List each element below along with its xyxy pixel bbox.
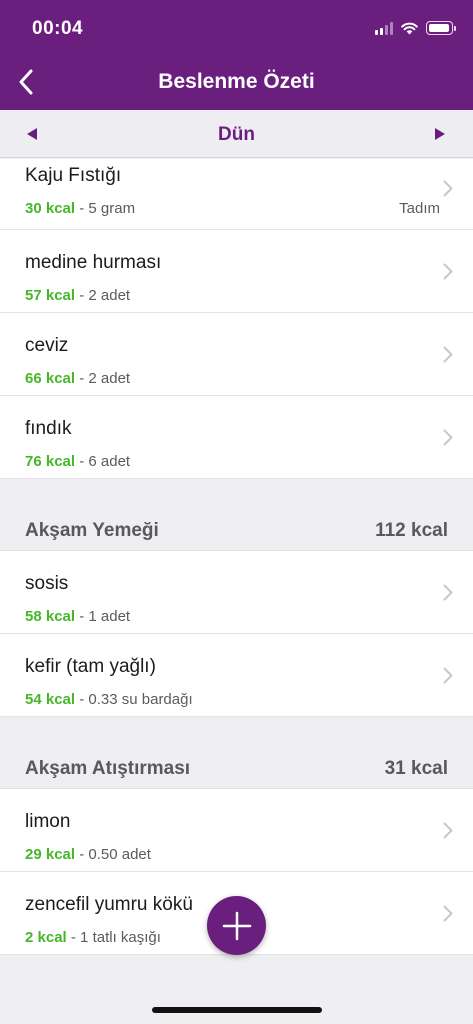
chevron-right-icon xyxy=(443,667,453,684)
section-total: 31 kcal xyxy=(384,758,448,779)
triangle-right-icon xyxy=(434,128,445,140)
section-title: Akşam Yemeği xyxy=(25,520,159,541)
food-item-kaju-fistigi[interactable]: Kaju Fıstığı 30 kcal - 5 gram Tadım xyxy=(0,159,473,230)
food-detail: 66 kcal - 2 adet xyxy=(25,370,130,387)
food-name: medine hurması xyxy=(25,252,162,273)
food-item-medine-hurmasi[interactable]: medine hurması 57 kcal - 2 adet xyxy=(0,230,473,313)
food-detail: 54 kcal - 0.33 su bardağı xyxy=(25,691,193,708)
add-food-button[interactable] xyxy=(207,896,266,955)
date-label: Dün xyxy=(218,124,255,145)
triangle-left-icon xyxy=(26,128,37,140)
food-name: ceviz xyxy=(25,335,69,356)
food-name: sosis xyxy=(25,573,69,594)
food-name: Kaju Fıstığı xyxy=(25,165,122,186)
home-indicator xyxy=(152,1007,322,1013)
previous-day-button[interactable] xyxy=(12,110,52,158)
food-kcal: 76 kcal xyxy=(25,453,76,470)
chevron-right-icon xyxy=(443,822,453,839)
food-item-findik[interactable]: fındık 76 kcal - 6 adet xyxy=(0,396,473,479)
wifi-icon xyxy=(401,22,418,34)
food-amount: - 1 tatlı kaşığı xyxy=(70,929,161,946)
food-item-ceviz[interactable]: ceviz 66 kcal - 2 adet xyxy=(0,313,473,396)
chevron-right-icon xyxy=(443,346,453,363)
food-detail: 2 kcal - 1 tatlı kaşığı xyxy=(25,929,161,946)
signal-icon xyxy=(375,21,393,35)
plus-icon xyxy=(222,911,251,940)
app-screen: 00:04 Beslenme Özeti Dün Kaju Fıstığı 30… xyxy=(0,0,473,1024)
chevron-right-icon xyxy=(443,180,453,197)
food-amount: - 6 adet xyxy=(79,453,131,470)
food-amount: - 1 adet xyxy=(79,608,131,625)
chevron-right-icon xyxy=(443,429,453,446)
meal-list: Kaju Fıstığı 30 kcal - 5 gram Tadım medi… xyxy=(0,159,473,955)
food-kcal: 30 kcal xyxy=(25,200,76,217)
section-total: 112 kcal xyxy=(375,520,448,541)
food-amount: - 2 adet xyxy=(79,287,131,304)
food-amount: - 0.33 su bardağı xyxy=(79,691,193,708)
food-name: fındık xyxy=(25,418,72,439)
food-name: kefir (tam yağlı) xyxy=(25,656,156,677)
food-detail: 57 kcal - 2 adet xyxy=(25,287,130,304)
food-name: limon xyxy=(25,811,71,832)
food-detail: 29 kcal - 0.50 adet xyxy=(25,846,151,863)
date-navigator: Dün xyxy=(0,110,473,158)
status-icons xyxy=(375,20,456,36)
food-name: zencefil yumru kökü xyxy=(25,894,193,915)
food-item-sosis[interactable]: sosis 58 kcal - 1 adet xyxy=(0,551,473,634)
chevron-right-icon xyxy=(443,905,453,922)
food-kcal: 54 kcal xyxy=(25,691,76,708)
food-detail: 58 kcal - 1 adet xyxy=(25,608,130,625)
page-title: Beslenme Özeti xyxy=(158,70,315,93)
food-kcal: 29 kcal xyxy=(25,846,76,863)
section-spacer xyxy=(0,479,473,516)
section-spacer xyxy=(0,717,473,754)
food-amount: - 0.50 adet xyxy=(79,846,151,863)
food-kcal: 58 kcal xyxy=(25,608,76,625)
food-item-limon[interactable]: limon 29 kcal - 0.50 adet xyxy=(0,789,473,872)
section-title: Akşam Atıştırması xyxy=(25,758,191,779)
food-item-kefir[interactable]: kefir (tam yağlı) 54 kcal - 0.33 su bard… xyxy=(0,634,473,717)
section-header-aksam-atistirmasi: Akşam Atıştırması 31 kcal xyxy=(0,754,473,789)
food-kcal: 57 kcal xyxy=(25,287,76,304)
next-day-button[interactable] xyxy=(419,110,459,158)
chevron-right-icon xyxy=(443,584,453,601)
food-kcal: 66 kcal xyxy=(25,370,76,387)
section-header-aksam-yemegi: Akşam Yemeği 112 kcal xyxy=(0,516,473,551)
chevron-right-icon xyxy=(443,263,453,280)
food-amount: - 2 adet xyxy=(79,370,131,387)
top-bar: 00:04 Beslenme Özeti xyxy=(0,0,473,110)
food-kcal: 2 kcal xyxy=(25,929,67,946)
food-detail: 76 kcal - 6 adet xyxy=(25,453,130,470)
food-detail: 30 kcal - 5 gram xyxy=(25,200,135,217)
food-tag: Tadım xyxy=(399,200,440,217)
food-amount: - 5 gram xyxy=(79,200,136,217)
status-time: 00:04 xyxy=(32,18,84,39)
battery-icon xyxy=(426,21,456,35)
